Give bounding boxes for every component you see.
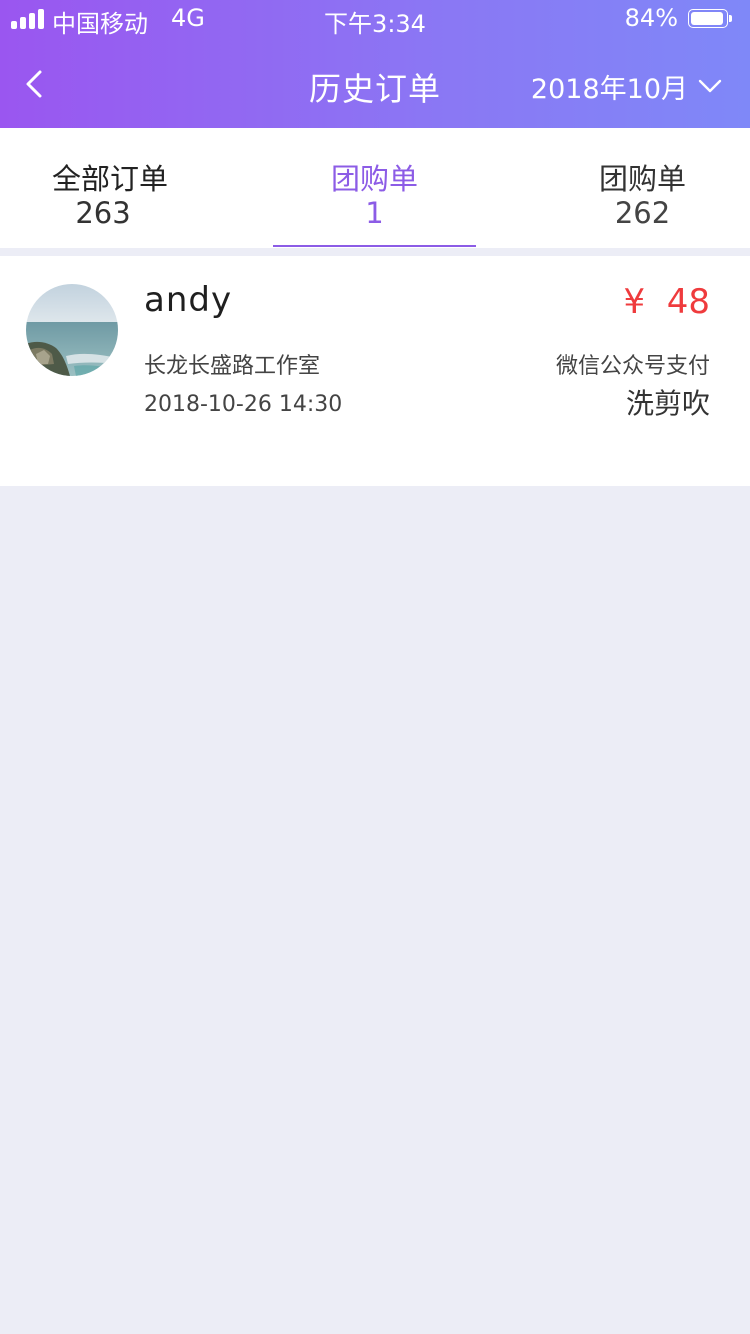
tab-label: 团购单: [330, 162, 418, 196]
back-button[interactable]: [14, 60, 54, 108]
chevron-left-icon: [26, 70, 42, 98]
tab-label: 全部订单: [51, 162, 168, 196]
avatar: [26, 284, 118, 376]
tab-label: 团购单: [598, 162, 686, 196]
order-tabs: 全部订单 263 团购单 1 团购单 262: [0, 128, 750, 248]
chevron-down-icon: [698, 79, 722, 93]
order-time: 2018-10-26 14:30: [144, 392, 343, 417]
nav-bar: 历史订单 2018年10月: [0, 40, 750, 128]
tab-count: 263: [75, 196, 131, 230]
service-name: 洗剪吹: [625, 387, 710, 420]
tab-count: 1: [365, 196, 384, 230]
status-bar: 中国移动 4G 下午3:34 84%: [0, 0, 750, 40]
order-item[interactable]: andy 长龙长盛路工作室 2018-10-26 14:30 ¥ 48 微信公众…: [0, 256, 750, 486]
tab-all-orders[interactable]: 全部订单 263: [10, 128, 210, 248]
order-price: ¥ 48: [623, 282, 710, 322]
tab-group-buy[interactable]: 团购单 1: [273, 128, 476, 248]
payment-method: 微信公众号支付: [555, 354, 710, 379]
store-name: 长龙长盛路工作室: [144, 354, 321, 379]
header: 中国移动 4G 下午3:34 84% 历史订单 2018年10月: [0, 0, 750, 128]
tab-group-buy-2[interactable]: 团购单 262: [540, 128, 745, 248]
battery-percent: 84%: [624, 4, 678, 32]
battery-icon: [688, 9, 732, 30]
month-label: 2018年10月: [530, 73, 688, 105]
month-picker[interactable]: 2018年10月: [531, 64, 722, 108]
tab-count: 262: [614, 196, 671, 230]
active-tab-indicator: [273, 245, 476, 247]
customer-name: andy: [144, 280, 233, 320]
